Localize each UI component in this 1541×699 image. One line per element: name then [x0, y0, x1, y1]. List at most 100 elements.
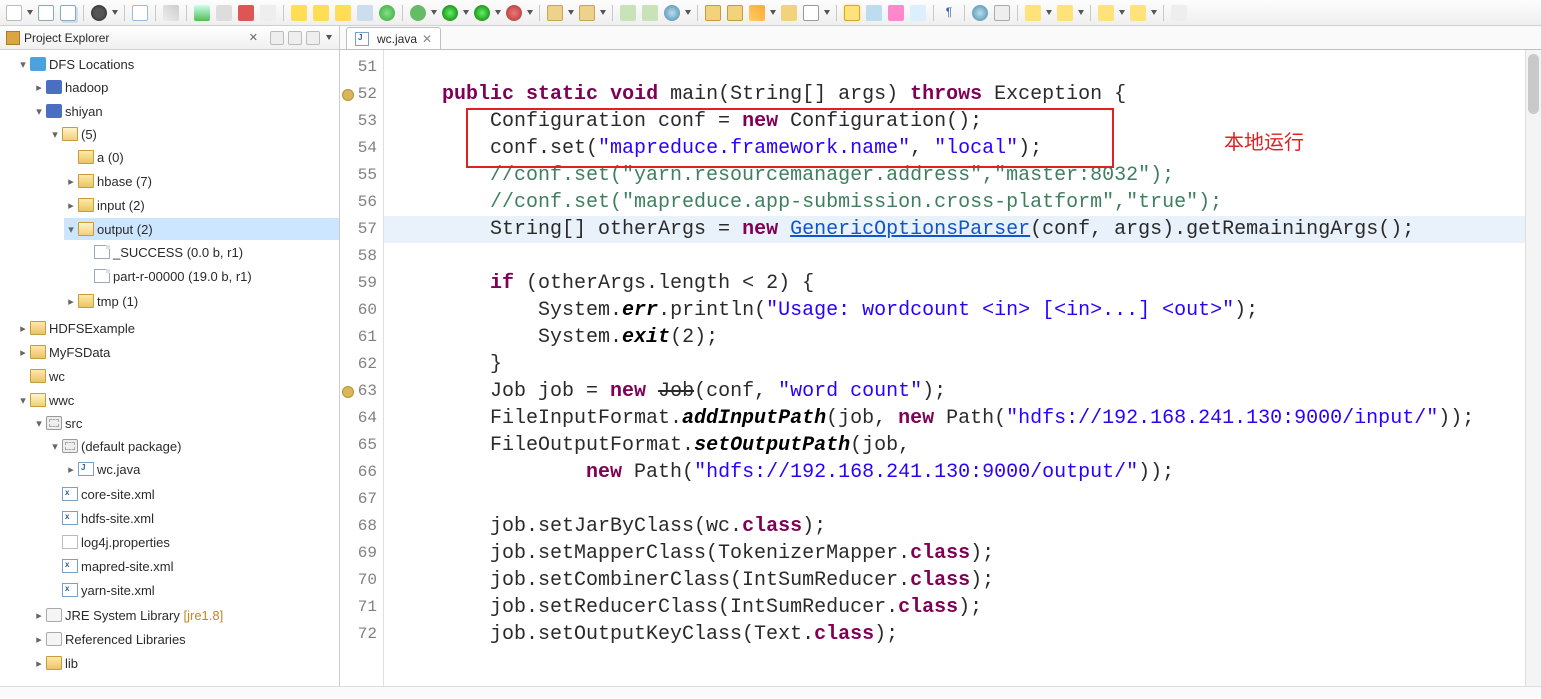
toolbar-search-icon[interactable]	[844, 5, 860, 21]
tree-jre[interactable]: ▸JRE System Library [jre1.8]	[32, 604, 339, 626]
tree-yarn-site[interactable]: yarn-site.xml	[48, 579, 339, 601]
src-folder-icon	[46, 416, 62, 430]
toolbar-external-icon[interactable]	[506, 5, 522, 21]
dropdown-icon[interactable]	[495, 10, 501, 15]
close-view-icon[interactable]: ✕	[249, 31, 258, 44]
collapse-all-icon[interactable]	[288, 31, 302, 45]
toolbar-stepover-icon[interactable]	[313, 5, 329, 21]
tree-input[interactable]: ▸input (2)	[64, 194, 339, 216]
code-content[interactable]: public static void main(String[] args) t…	[384, 50, 1541, 686]
toolbar-task-icon[interactable]	[910, 5, 926, 21]
toolbar-prev-icon[interactable]	[1025, 5, 1041, 21]
toolbar-folder2-icon[interactable]	[727, 5, 743, 21]
editor-tab-wcjava[interactable]: wc.java ✕	[346, 27, 441, 49]
toolbar-pilcrow-icon[interactable]: ¶	[941, 5, 957, 21]
tree-dfs-locations[interactable]: ▾DFS Locations	[16, 53, 339, 75]
toolbar-newclass-icon[interactable]	[579, 5, 595, 21]
separator-icon	[186, 5, 187, 21]
toolbar-wand-icon[interactable]	[749, 5, 765, 21]
tree-node-5[interactable]: ▾(5)	[48, 123, 339, 145]
tree-ref-libs[interactable]: ▸Referenced Libraries	[32, 628, 339, 650]
dropdown-icon[interactable]	[1078, 10, 1084, 15]
toolbar-outline-icon[interactable]	[132, 5, 148, 21]
tree-hadoop[interactable]: ▸hadoop	[32, 76, 339, 98]
editor-tabbar: wc.java ✕	[340, 26, 1541, 50]
tree-core-site[interactable]: core-site.xml	[48, 483, 339, 505]
tree-tmp[interactable]: ▸tmp (1)	[64, 290, 339, 312]
toolbar-browser-icon[interactable]	[972, 5, 988, 21]
dropdown-icon[interactable]	[527, 10, 533, 15]
dropdown-icon[interactable]	[824, 10, 830, 15]
toolbar-pause-icon[interactable]	[216, 5, 232, 21]
toolbar-disconnect-icon[interactable]	[260, 5, 276, 21]
project-explorer-icon	[6, 31, 20, 45]
toolbar-perspective-icon[interactable]	[91, 5, 107, 21]
toolbar-pointer-icon[interactable]	[163, 5, 179, 21]
toolbar-prop-icon[interactable]	[994, 5, 1010, 21]
link-with-editor-icon[interactable]	[270, 31, 284, 45]
tree-src[interactable]: ▾src	[32, 412, 339, 434]
toolbar-server2-icon[interactable]	[642, 5, 658, 21]
tree-success[interactable]: _SUCCESS (0.0 b, r1)	[80, 241, 339, 263]
toolbar-stepreturn-icon[interactable]	[335, 5, 351, 21]
tree-a0[interactable]: a (0)	[64, 146, 339, 168]
dropdown-icon[interactable]	[685, 10, 691, 15]
tree-part[interactable]: part-r-00000 (19.0 b, r1)	[80, 265, 339, 287]
tree-log4j[interactable]: log4j.properties	[48, 531, 339, 553]
focus-icon[interactable]	[306, 31, 320, 45]
separator-icon	[124, 5, 125, 21]
toolbar-forward-icon[interactable]	[1130, 5, 1146, 21]
toolbar-next-icon[interactable]	[1057, 5, 1073, 21]
dropdown-icon[interactable]	[600, 10, 606, 15]
toolbar-pin-icon[interactable]	[1171, 5, 1187, 21]
tree-wc[interactable]: wc	[16, 365, 339, 387]
tree-hdfsexample[interactable]: ▸HDFSExample	[16, 317, 339, 339]
toolbar-opentype-icon[interactable]	[866, 5, 882, 21]
dropdown-icon[interactable]	[27, 10, 33, 15]
dropdown-icon[interactable]	[770, 10, 776, 15]
toolbar-annot-icon[interactable]	[888, 5, 904, 21]
toolbar-saveall-icon[interactable]	[60, 5, 76, 21]
toolbar-key-icon[interactable]	[781, 5, 797, 21]
dropdown-icon[interactable]	[431, 10, 437, 15]
toolbar-new-icon[interactable]	[6, 5, 22, 21]
toolbar-newpkg-icon[interactable]	[547, 5, 563, 21]
annotation-label: 本地运行	[1224, 126, 1304, 155]
view-menu-icon[interactable]	[326, 35, 332, 40]
tree-hdfs-site[interactable]: hdfs-site.xml	[48, 507, 339, 529]
xml-file-icon	[62, 559, 78, 573]
tree-default-package[interactable]: ▾(default package)	[48, 435, 339, 457]
dropdown-icon[interactable]	[1119, 10, 1125, 15]
toolbar-stepinto-icon[interactable]	[291, 5, 307, 21]
tree-lib[interactable]: ▸lib	[32, 652, 339, 674]
toolbar-card-icon[interactable]	[803, 5, 819, 21]
tree-wcjava[interactable]: ▸wc.java	[64, 458, 339, 480]
toolbar-server-icon[interactable]	[620, 5, 636, 21]
project-tree[interactable]: ▾DFS Locations ▸hadoop ▾shiyan ▾(5) a (0…	[0, 50, 339, 686]
toolbar-globe-icon[interactable]	[664, 5, 680, 21]
toolbar-back-icon[interactable]	[1098, 5, 1114, 21]
toolbar-save-icon[interactable]	[38, 5, 54, 21]
toolbar-resume-icon[interactable]	[194, 5, 210, 21]
tree-output[interactable]: ▾output (2)	[64, 218, 339, 240]
dropdown-icon[interactable]	[463, 10, 469, 15]
tree-shiyan[interactable]: ▾shiyan	[32, 100, 339, 122]
tree-wwc[interactable]: ▾wwc	[16, 389, 339, 411]
tree-myfsdata[interactable]: ▸MyFSData	[16, 341, 339, 363]
dropdown-icon[interactable]	[568, 10, 574, 15]
dropdown-icon[interactable]	[1046, 10, 1052, 15]
toolbar-folder1-icon[interactable]	[705, 5, 721, 21]
toolbar-stop-icon[interactable]	[238, 5, 254, 21]
folder-icon	[78, 174, 94, 188]
toolbar-coverage-icon[interactable]	[474, 5, 490, 21]
tree-hbase[interactable]: ▸hbase (7)	[64, 170, 339, 192]
dropdown-icon[interactable]	[112, 10, 118, 15]
toolbar-swap-icon[interactable]	[379, 5, 395, 21]
code-editor[interactable]: 5152535455565758596061626364656667686970…	[340, 50, 1541, 686]
close-tab-icon[interactable]: ✕	[422, 32, 432, 46]
toolbar-debug-icon[interactable]	[410, 5, 426, 21]
toolbar-droptoframe-icon[interactable]	[357, 5, 373, 21]
tree-mapred-site[interactable]: mapred-site.xml	[48, 555, 339, 577]
toolbar-run-icon[interactable]	[442, 5, 458, 21]
dropdown-icon[interactable]	[1151, 10, 1157, 15]
